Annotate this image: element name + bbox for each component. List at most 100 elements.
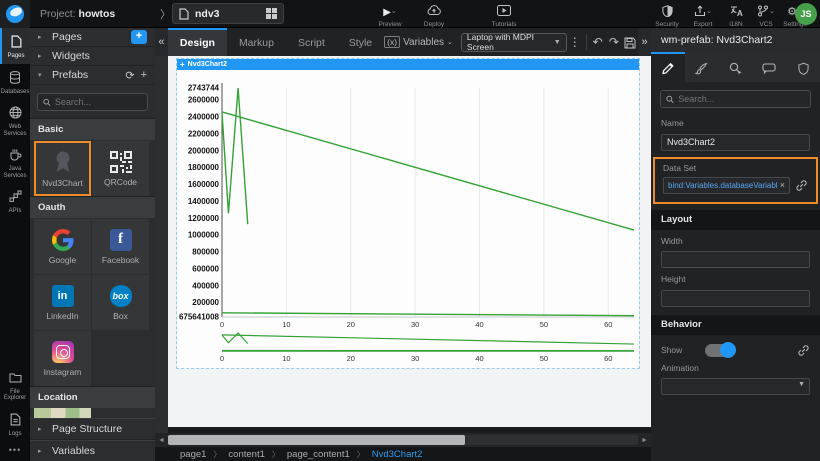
bind-link-icon[interactable]	[797, 344, 810, 357]
chevron-right-icon: 〉	[160, 6, 171, 22]
prefab-tile-linkedin[interactable]: in LinkedIn	[34, 275, 91, 330]
prefab-tile-facebook[interactable]: f Facebook	[92, 219, 149, 274]
add-prefab-button[interactable]: +	[141, 69, 147, 81]
chart-svg: 2743744260000024000002200000200000018000…	[177, 70, 639, 368]
x-tick-label: 50	[540, 320, 548, 329]
y-tick-label: 1200000	[188, 214, 220, 223]
scroll-right-icon[interactable]: ►	[638, 437, 651, 444]
x-tick-label: 10	[282, 320, 290, 329]
rail-item-web-services[interactable]: Web Services	[0, 99, 30, 141]
focus-x-tick-label: 20	[347, 354, 355, 363]
collapsed-arrow-icon: ▸	[38, 33, 46, 41]
section-page-structure[interactable]: ▸ Page Structure	[30, 418, 155, 440]
horizontal-scrollbar[interactable]: ◄ ►	[155, 433, 651, 447]
breadcrumb-page-content1[interactable]: page_content1	[287, 449, 350, 460]
deploy-button[interactable]: Deploy	[412, 2, 456, 28]
pencil-icon	[661, 62, 674, 75]
variables-button[interactable]: (x) Variables ⌄	[384, 36, 453, 48]
widget-title-bar[interactable]: + Nvd3Chart2	[177, 59, 639, 70]
add-page-button[interactable]: +	[131, 30, 147, 44]
tab-properties[interactable]	[651, 52, 685, 82]
section-prefabs[interactable]: ▾ Prefabs ⟳ +	[30, 66, 155, 85]
redo-icon[interactable]: ↷	[606, 35, 622, 49]
properties-search[interactable]	[660, 90, 811, 108]
width-field[interactable]	[661, 251, 810, 268]
show-toggle[interactable]	[705, 344, 735, 357]
nvd3chart-widget-selection[interactable]: + Nvd3Chart2 274374426000002400000220000…	[177, 59, 639, 368]
name-field[interactable]	[661, 134, 810, 151]
tutorials-button[interactable]: Tutorials	[482, 2, 526, 28]
scrollbar-track[interactable]	[168, 435, 638, 445]
app-logo[interactable]	[0, 0, 30, 28]
breadcrumb-nvd3chart2[interactable]: Nvd3Chart2	[372, 449, 423, 460]
preview-button[interactable]: ▶⌄ Preview	[368, 2, 412, 28]
series-low-series	[222, 313, 634, 316]
breadcrumb-content1[interactable]: content1	[228, 449, 264, 460]
tab-dialogs[interactable]	[752, 52, 786, 82]
device-selector[interactable]: Laptop with MDPI Screen ▼	[461, 33, 567, 52]
tab-security[interactable]	[786, 52, 820, 82]
qr-code-icon	[110, 151, 132, 173]
height-field[interactable]	[661, 290, 810, 307]
scrollbar-thumb[interactable]	[168, 435, 465, 445]
rail-item-databases[interactable]: Databases	[0, 64, 30, 100]
properties-search-input[interactable]	[678, 94, 805, 104]
expanded-arrow-icon: ▾	[38, 71, 46, 79]
animation-select[interactable]	[661, 378, 810, 395]
tab-events[interactable]	[719, 52, 753, 82]
section-variables[interactable]: ▸ Variables	[30, 440, 155, 461]
award-ribbon-icon	[52, 150, 74, 174]
rail-item-apis[interactable]: APIs	[0, 183, 30, 219]
more-dots-icon[interactable]: •••	[0, 441, 30, 461]
prefab-search-input[interactable]	[55, 97, 142, 107]
rail-item-file-explorer[interactable]: File Explorer	[0, 364, 30, 406]
tab-design[interactable]: Design	[168, 28, 227, 56]
width-label: Width	[661, 236, 810, 246]
left-panel: ▸ Pages + ▸ Widgets ▾ Prefabs ⟳ + Basic	[30, 28, 155, 461]
x-tick-label: 40	[475, 320, 483, 329]
design-page[interactable]: + Nvd3Chart2 274374426000002400000220000…	[168, 56, 651, 427]
prefab-tile-map-partial[interactable]	[34, 408, 91, 418]
save-icon[interactable]	[622, 35, 638, 49]
collapse-right-icon[interactable]: »	[638, 28, 651, 56]
prefab-tile-nvd3chart[interactable]: Nvd3Chart	[34, 141, 91, 196]
focus-series-trend-series	[222, 335, 634, 344]
open-page-tab[interactable]: ndv3	[172, 3, 284, 24]
section-widgets[interactable]: ▸ Widgets	[30, 47, 155, 66]
y-tick-label: 1600000	[188, 180, 220, 189]
y-tick-label: 400000	[192, 281, 219, 290]
tab-markup[interactable]: Markup	[227, 28, 286, 56]
scroll-left-icon[interactable]: ◄	[155, 437, 168, 444]
folder-icon	[9, 372, 22, 383]
rail-item-java-services[interactable]: Java Services	[0, 141, 30, 183]
section-pages[interactable]: ▸ Pages +	[30, 28, 155, 47]
collapse-left-icon[interactable]: «	[155, 28, 168, 56]
group-header-location: Location	[30, 386, 155, 408]
prefab-tile-google[interactable]: Google	[34, 219, 91, 274]
nvd3-line-chart[interactable]: 2743744260000024000002200000200000018000…	[177, 70, 639, 368]
tab-style[interactable]: Style	[337, 28, 384, 56]
tab-script[interactable]: Script	[286, 28, 337, 56]
rail-item-logs[interactable]: Logs	[0, 406, 30, 442]
y-tick-label: 1800000	[188, 163, 220, 172]
prefab-tile-qrcode[interactable]: QRCode	[92, 141, 149, 196]
coffee-icon	[9, 148, 22, 161]
refresh-icon[interactable]: ⟳	[125, 69, 134, 82]
rail-item-pages[interactable]: Pages	[0, 28, 30, 64]
prefab-search[interactable]	[37, 93, 148, 111]
undo-icon[interactable]: ↶	[590, 35, 606, 49]
section-behavior: Behavior	[651, 315, 820, 335]
more-options-icon[interactable]: ⋮	[567, 35, 583, 49]
user-avatar[interactable]: JS	[795, 3, 817, 25]
breadcrumb-page1[interactable]: page1	[180, 449, 206, 460]
tab-styles[interactable]	[685, 52, 719, 82]
prefab-tile-box[interactable]: box Box	[92, 275, 149, 330]
move-handle-icon[interactable]: +	[180, 60, 185, 69]
prefab-tile-instagram[interactable]: Instagram	[34, 331, 91, 386]
bind-link-icon[interactable]	[795, 179, 808, 192]
y-tick-label: 600000	[192, 264, 219, 273]
y-tick-label: 1000000	[188, 231, 220, 240]
clear-binding-icon[interactable]: ×	[780, 180, 785, 190]
dataset-field[interactable]: bind:Variables.databaseVariable1.dataSet…	[663, 177, 790, 194]
grid-icon[interactable]	[266, 8, 277, 19]
